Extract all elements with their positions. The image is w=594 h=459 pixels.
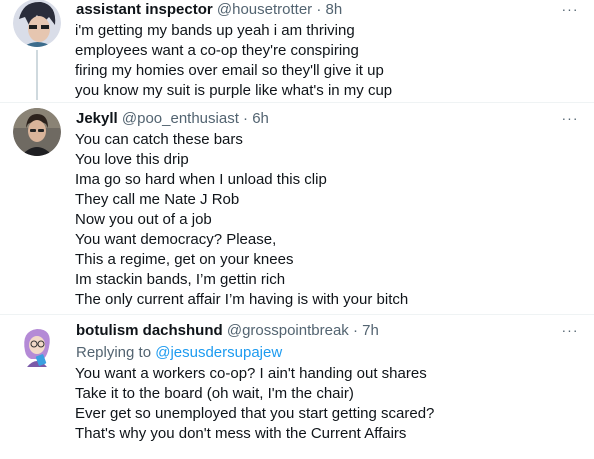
thread-line	[36, 50, 38, 100]
tweet-header: Jekyll @poo_enthusiast · 6h	[76, 110, 269, 128]
tweet-line: Im stackin bands, I’m gettin rich	[75, 271, 286, 288]
tweet-1[interactable]: assistant inspector @housetrotter · 8h ·…	[0, 0, 594, 102]
author-name[interactable]: assistant inspector	[76, 1, 213, 18]
separator-dot: ·	[352, 322, 358, 339]
author-name[interactable]: Jekyll	[76, 110, 118, 127]
tweet-text: You want a workers co-op? I ain't handin…	[75, 364, 434, 444]
separator-dot: ·	[316, 1, 322, 18]
tweet-line: That's why you don't mess with the Curre…	[75, 425, 407, 442]
more-horizontal-icon[interactable]: ···	[560, 1, 580, 17]
tweet-line: You love this drip	[75, 151, 189, 168]
avatar-assistant-inspector[interactable]	[13, 0, 61, 47]
tweet-line: i'm getting my bands up yeah i am thrivi…	[75, 22, 355, 39]
replying-to-mention[interactable]: @jesusdersupajew	[155, 344, 282, 361]
separator-dot: ·	[243, 110, 249, 127]
tweet-header: assistant inspector @housetrotter · 8h	[76, 1, 342, 19]
replying-to: Replying to @jesusdersupajew	[76, 344, 282, 362]
author-handle[interactable]: @poo_enthusiast	[122, 110, 239, 127]
tweet-line: Ima go so hard when I unload this clip	[75, 171, 327, 188]
tweet-3[interactable]: botulism dachshund @grosspointbreak · 7h…	[0, 315, 594, 459]
tweet-line: This a regime, get on your knees	[75, 251, 294, 268]
more-horizontal-icon[interactable]: ···	[560, 110, 580, 126]
tweet-line: Take it to the board (oh wait, I'm the c…	[75, 385, 354, 402]
tweet-timestamp[interactable]: 8h	[326, 1, 343, 18]
tweet-line: You can catch these bars	[75, 131, 243, 148]
author-handle[interactable]: @grosspointbreak	[227, 322, 349, 339]
tweet-text: You can catch these bars You love this d…	[75, 130, 408, 310]
tweet-timestamp[interactable]: 7h	[362, 322, 379, 339]
tweet-line: Ever get so unemployed that you start ge…	[75, 405, 435, 422]
tweet-line: firing my homies over email so they'll g…	[75, 62, 384, 79]
tweet-header: botulism dachshund @grosspointbreak · 7h	[76, 322, 379, 340]
replying-to-prefix: Replying to	[76, 344, 156, 361]
tweet-line: The only current affair I’m having is wi…	[75, 291, 409, 308]
tweet-line: Now you out of a job	[75, 211, 212, 228]
tweet-line: you know my suit is purple like what's i…	[75, 82, 393, 99]
tweet-text: i'm getting my bands up yeah i am thrivi…	[75, 21, 392, 101]
tweet-line: You want a workers co-op? I ain't handin…	[75, 365, 427, 382]
author-name[interactable]: botulism dachshund	[76, 322, 223, 339]
tweet-line: You want democracy? Please,	[75, 231, 277, 248]
avatar-botulism-dachshund[interactable]	[13, 321, 61, 369]
author-handle[interactable]: @housetrotter	[217, 1, 312, 18]
more-horizontal-icon[interactable]: ···	[560, 322, 580, 338]
avatar-jekyll[interactable]	[13, 108, 61, 156]
tweet-timestamp[interactable]: 6h	[252, 110, 269, 127]
tweet-line: employees want a co-op they're conspirin…	[75, 42, 359, 59]
tweet-line: They call me Nate J Rob	[75, 191, 240, 208]
tweet-2[interactable]: Jekyll @poo_enthusiast · 6h ··· You can …	[0, 103, 594, 314]
